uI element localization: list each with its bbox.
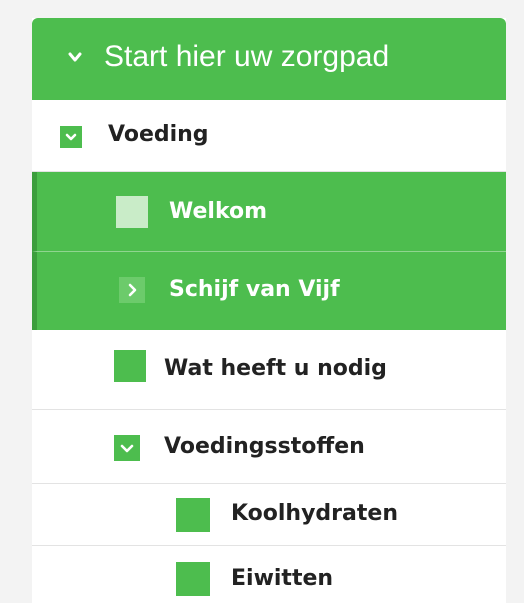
menu-item-schijf-van-vijf[interactable]: Schijf van Vijf (32, 252, 506, 330)
menu-item-wat-heeft-u-nodig[interactable]: Wat heeft u nodig (32, 330, 506, 410)
menu-item-label: Voedingsstoffen (164, 434, 365, 459)
menu-item-koolhydraten[interactable]: Koolhydraten (32, 484, 506, 546)
care-path-header[interactable]: Start hier uw zorgpad (32, 18, 506, 100)
menu-item-voeding[interactable]: Voeding (32, 100, 506, 172)
menu-item-label: Koolhydraten (231, 501, 398, 526)
chevron-down-icon (68, 52, 82, 62)
menu-item-label: Voeding (108, 122, 209, 147)
menu-item-label: Schijf van Vijf (169, 277, 340, 302)
pale-square-icon (116, 196, 148, 228)
square-icon (176, 562, 210, 596)
menu-item-voedingsstoffen[interactable]: Voedingsstoffen (32, 410, 506, 484)
menu-item-welkom[interactable]: Welkom (32, 172, 506, 252)
chevron-down-icon (60, 126, 82, 148)
square-icon (176, 498, 210, 532)
chevron-down-icon (114, 435, 140, 461)
header-title: Start hier uw zorgpad (104, 40, 390, 73)
chevron-right-icon (119, 277, 145, 303)
menu-item-label: Eiwitten (231, 566, 334, 591)
care-path-menu: Start hier uw zorgpad Voeding Welkom Sch… (32, 18, 506, 603)
menu-item-label: Welkom (169, 199, 268, 224)
menu-item-label: Wat heeft u nodig (164, 356, 387, 381)
square-icon (114, 350, 146, 382)
menu-item-eiwitten[interactable]: Eiwitten (32, 546, 506, 603)
